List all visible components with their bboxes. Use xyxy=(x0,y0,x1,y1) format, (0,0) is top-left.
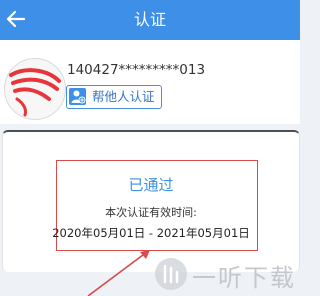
app-bar: 认证 xyxy=(0,0,300,40)
verification-status-card: 已通过 本次认证有效时间: 2020年05月01日 - 2021年05月01日 xyxy=(2,130,300,272)
profile-section: 140427*********013 帮他人认证 xyxy=(0,40,300,124)
help-others-verify-label: 帮他人认证 xyxy=(92,89,155,104)
validity-label: 本次认证有效时间: xyxy=(105,206,197,219)
avatar xyxy=(4,58,66,120)
status-text: 已通过 xyxy=(128,176,174,194)
page-title: 认证 xyxy=(133,10,166,29)
validity-range: 2020年05月01日 - 2021年05月01日 xyxy=(52,226,250,240)
avatar-redaction-scribble xyxy=(9,68,61,117)
person-add-icon xyxy=(69,88,86,105)
id-number: 140427*********013 xyxy=(67,62,206,78)
help-others-verify-button[interactable]: 帮他人认证 xyxy=(66,85,162,109)
